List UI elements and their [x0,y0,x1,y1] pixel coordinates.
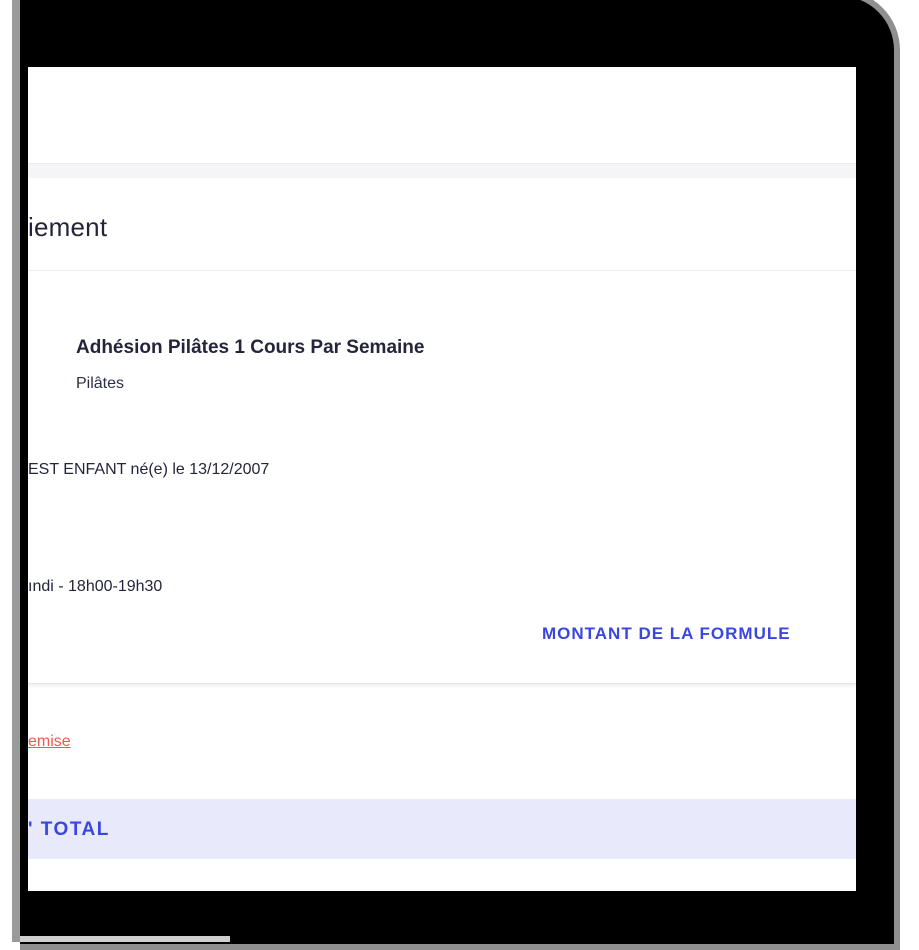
class-schedule: ındi - 18h00-19h30 [28,578,163,595]
frame-edge [12,0,20,942]
card-header [28,178,856,271]
formula-amount-label: MONTANT DE LA FORMULE [542,624,791,643]
frame-bottom-edge [20,936,230,942]
total-label: ' TOTAL [28,819,110,840]
participant-info: EST ENFANT né(e) le 13/12/2007 [28,461,270,478]
section-separator [28,163,856,178]
top-bar [28,67,856,163]
membership-title: Adhésion Pilâtes 1 Cours Par Semaine [76,337,425,358]
discount-link[interactable]: emise [28,733,71,751]
membership-category: Pilâtes [76,375,125,392]
device-screen: iement Adhésion Pilâtes 1 Cours Par Sema… [28,67,856,891]
payment-card-title: iement [28,212,108,242]
left-margin [0,0,12,942]
total-row [28,799,856,859]
